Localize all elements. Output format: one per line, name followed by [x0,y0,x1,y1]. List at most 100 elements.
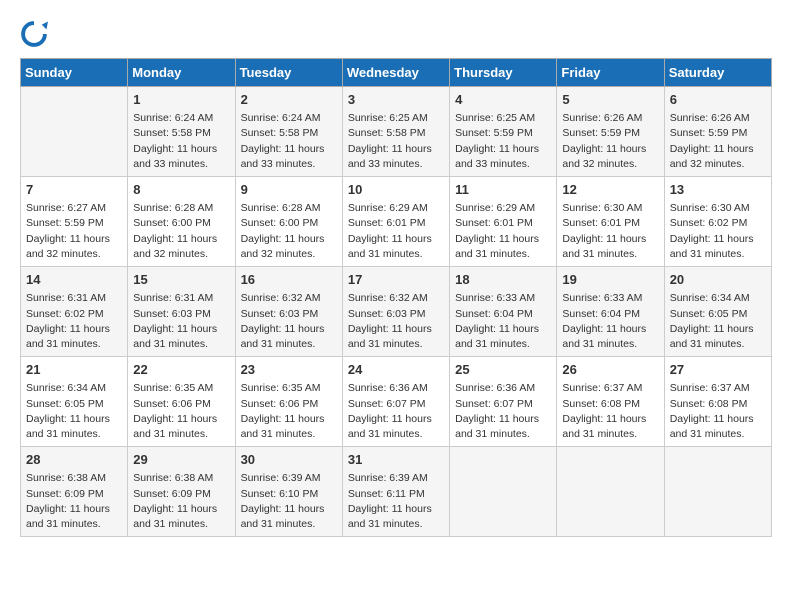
day-info: Sunrise: 6:30 AM Sunset: 6:01 PM Dayligh… [562,201,658,262]
day-number: 13 [670,181,766,199]
calendar-cell: 31Sunrise: 6:39 AM Sunset: 6:11 PM Dayli… [342,447,449,537]
day-info: Sunrise: 6:32 AM Sunset: 6:03 PM Dayligh… [348,291,444,352]
day-info: Sunrise: 6:28 AM Sunset: 6:00 PM Dayligh… [241,201,337,262]
calendar-cell: 24 Sunrise: 6:36 AM Sunset: 6:07 PM Dayli… [342,357,449,447]
day-info: Sunrise: 6:29 AM Sunset: 6:01 PM Dayligh… [455,201,551,262]
day-number: 15 [133,271,229,289]
day-info: Sunrise: 6:36 AM Sunset: 6:07 PM Dayligh… [348,381,444,442]
calendar-cell: 22 Sunrise: 6:35 AM Sunset: 6:06 PM Dayli… [128,357,235,447]
page-header [20,20,772,48]
day-number: 4 [455,91,551,109]
calendar-cell: 3 Sunrise: 6:25 AM Sunset: 5:58 PM Daylig… [342,87,449,177]
day-info: Sunrise: 6:37 AM Sunset: 6:08 PM Dayligh… [670,381,766,442]
calendar-cell: 27Sunrise: 6:37 AM Sunset: 6:08 PM Dayli… [664,357,771,447]
calendar-cell: 29 Sunrise: 6:38 AM Sunset: 6:09 PM Dayli… [128,447,235,537]
day-number: 19 [562,271,658,289]
calendar-cell: 13 Sunrise: 6:30 AM Sunset: 6:02 PM Dayli… [664,177,771,267]
day-info: Sunrise: 6:28 AM Sunset: 6:00 PM Dayligh… [133,201,229,262]
calendar-cell: 23 Sunrise: 6:35 AM Sunset: 6:06 PM Dayli… [235,357,342,447]
day-info: Sunrise: 6:38 AM Sunset: 6:09 PM Dayligh… [26,471,122,532]
calendar-cell: 12 Sunrise: 6:30 AM Sunset: 6:01 PM Dayli… [557,177,664,267]
day-info: Sunrise: 6:32 AM Sunset: 6:03 PM Dayligh… [241,291,337,352]
calendar-cell [664,447,771,537]
day-number: 24 [348,361,444,379]
calendar-cell: 19Sunrise: 6:33 AM Sunset: 6:04 PM Dayli… [557,267,664,357]
calendar-cell [450,447,557,537]
calendar-week-row: 7 Sunrise: 6:27 AM Sunset: 5:59 PM Daylig… [21,177,772,267]
logo [20,20,52,48]
calendar-cell: 1 Sunrise: 6:24 AM Sunset: 5:58 PM Daylig… [128,87,235,177]
day-info: Sunrise: 6:31 AM Sunset: 6:02 PM Dayligh… [26,291,122,352]
calendar-cell [21,87,128,177]
calendar-header-row: SundayMondayTuesdayWednesdayThursdayFrid… [21,59,772,87]
calendar-week-row: 21 Sunrise: 6:34 AM Sunset: 6:05 PM Dayli… [21,357,772,447]
calendar-cell: 9 Sunrise: 6:28 AM Sunset: 6:00 PM Daylig… [235,177,342,267]
calendar-week-row: 14 Sunrise: 6:31 AM Sunset: 6:02 PM Dayli… [21,267,772,357]
day-number: 21 [26,361,122,379]
calendar-cell: 18Sunrise: 6:33 AM Sunset: 6:04 PM Dayli… [450,267,557,357]
day-of-week-header: Monday [128,59,235,87]
day-number: 5 [562,91,658,109]
day-info: Sunrise: 6:31 AM Sunset: 6:03 PM Dayligh… [133,291,229,352]
day-of-week-header: Thursday [450,59,557,87]
calendar-cell: 7 Sunrise: 6:27 AM Sunset: 5:59 PM Daylig… [21,177,128,267]
calendar-cell: 11 Sunrise: 6:29 AM Sunset: 6:01 PM Dayli… [450,177,557,267]
logo-icon [20,20,48,48]
day-info: Sunrise: 6:24 AM Sunset: 5:58 PM Dayligh… [241,111,337,172]
day-number: 23 [241,361,337,379]
calendar-cell: 10Sunrise: 6:29 AM Sunset: 6:01 PM Dayli… [342,177,449,267]
day-number: 11 [455,181,551,199]
calendar-cell: 8 Sunrise: 6:28 AM Sunset: 6:00 PM Daylig… [128,177,235,267]
day-number: 17 [348,271,444,289]
calendar-cell: 26 Sunrise: 6:37 AM Sunset: 6:08 PM Dayli… [557,357,664,447]
day-number: 7 [26,181,122,199]
day-number: 16 [241,271,337,289]
day-info: Sunrise: 6:26 AM Sunset: 5:59 PM Dayligh… [670,111,766,172]
day-info: Sunrise: 6:30 AM Sunset: 6:02 PM Dayligh… [670,201,766,262]
day-number: 30 [241,451,337,469]
calendar-cell: 30 Sunrise: 6:39 AM Sunset: 6:10 PM Dayli… [235,447,342,537]
calendar-cell: 21 Sunrise: 6:34 AM Sunset: 6:05 PM Dayli… [21,357,128,447]
day-info: Sunrise: 6:24 AM Sunset: 5:58 PM Dayligh… [133,111,229,172]
calendar-cell: 2Sunrise: 6:24 AM Sunset: 5:58 PM Daylig… [235,87,342,177]
day-number: 29 [133,451,229,469]
day-info: Sunrise: 6:25 AM Sunset: 5:59 PM Dayligh… [455,111,551,172]
day-info: Sunrise: 6:37 AM Sunset: 6:08 PM Dayligh… [562,381,658,442]
day-number: 26 [562,361,658,379]
day-number: 3 [348,91,444,109]
day-info: Sunrise: 6:38 AM Sunset: 6:09 PM Dayligh… [133,471,229,532]
day-number: 14 [26,271,122,289]
day-number: 8 [133,181,229,199]
day-of-week-header: Friday [557,59,664,87]
day-info: Sunrise: 6:36 AM Sunset: 6:07 PM Dayligh… [455,381,551,442]
day-number: 1 [133,91,229,109]
day-of-week-header: Saturday [664,59,771,87]
calendar-cell: 16 Sunrise: 6:32 AM Sunset: 6:03 PM Dayli… [235,267,342,357]
day-number: 6 [670,91,766,109]
day-info: Sunrise: 6:33 AM Sunset: 6:04 PM Dayligh… [455,291,551,352]
calendar-cell: 4 Sunrise: 6:25 AM Sunset: 5:59 PM Daylig… [450,87,557,177]
day-info: Sunrise: 6:39 AM Sunset: 6:10 PM Dayligh… [241,471,337,532]
day-number: 28 [26,451,122,469]
day-info: Sunrise: 6:35 AM Sunset: 6:06 PM Dayligh… [241,381,337,442]
calendar-cell: 6 Sunrise: 6:26 AM Sunset: 5:59 PM Daylig… [664,87,771,177]
day-info: Sunrise: 6:27 AM Sunset: 5:59 PM Dayligh… [26,201,122,262]
calendar-cell: 25Sunrise: 6:36 AM Sunset: 6:07 PM Dayli… [450,357,557,447]
day-info: Sunrise: 6:34 AM Sunset: 6:05 PM Dayligh… [26,381,122,442]
day-of-week-header: Tuesday [235,59,342,87]
day-info: Sunrise: 6:25 AM Sunset: 5:58 PM Dayligh… [348,111,444,172]
day-info: Sunrise: 6:39 AM Sunset: 6:11 PM Dayligh… [348,471,444,532]
calendar-cell: 28 Sunrise: 6:38 AM Sunset: 6:09 PM Dayli… [21,447,128,537]
day-number: 9 [241,181,337,199]
day-number: 20 [670,271,766,289]
day-number: 22 [133,361,229,379]
calendar-cell: 20Sunrise: 6:34 AM Sunset: 6:05 PM Dayli… [664,267,771,357]
calendar-cell: 5 Sunrise: 6:26 AM Sunset: 5:59 PM Daylig… [557,87,664,177]
day-info: Sunrise: 6:35 AM Sunset: 6:06 PM Dayligh… [133,381,229,442]
day-number: 12 [562,181,658,199]
calendar-cell: 17 Sunrise: 6:32 AM Sunset: 6:03 PM Dayli… [342,267,449,357]
calendar-cell: 14 Sunrise: 6:31 AM Sunset: 6:02 PM Dayli… [21,267,128,357]
day-info: Sunrise: 6:26 AM Sunset: 5:59 PM Dayligh… [562,111,658,172]
calendar-week-row: 28 Sunrise: 6:38 AM Sunset: 6:09 PM Dayli… [21,447,772,537]
day-info: Sunrise: 6:29 AM Sunset: 6:01 PM Dayligh… [348,201,444,262]
